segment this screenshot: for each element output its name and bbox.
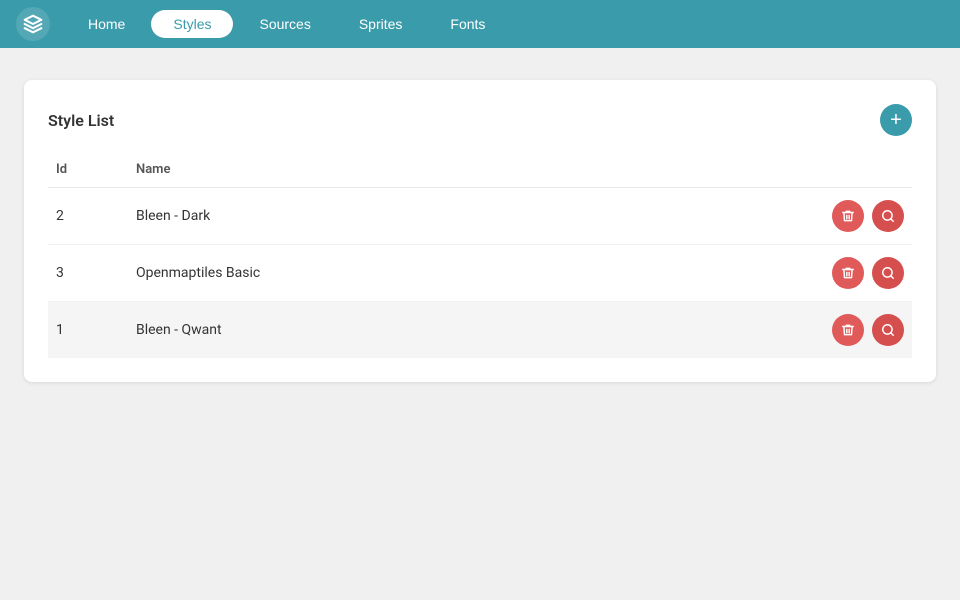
cell-id: 3	[48, 245, 128, 302]
card-title: Style List	[48, 111, 114, 130]
cell-actions	[610, 188, 912, 245]
cell-name: Bleen - Dark	[128, 188, 610, 245]
table-body: 2Bleen - Dark3Openmaptiles Basic1Bleen -…	[48, 188, 912, 359]
col-header-name: Name	[128, 156, 610, 188]
delete-style-button[interactable]	[832, 314, 864, 346]
cell-name: Bleen - Qwant	[128, 302, 610, 359]
view-style-button[interactable]	[872, 200, 904, 232]
cell-name: Openmaptiles Basic	[128, 245, 610, 302]
cell-id: 2	[48, 188, 128, 245]
row-actions	[618, 314, 904, 346]
view-style-button[interactable]	[872, 257, 904, 289]
delete-style-button[interactable]	[832, 257, 864, 289]
table-row: 2Bleen - Dark	[48, 188, 912, 245]
header: Home Styles Sources Sprites Fonts	[0, 0, 960, 48]
style-list-card: Style List + Id Name 2Bleen - Dark3Openm…	[24, 80, 936, 382]
view-style-button[interactable]	[872, 314, 904, 346]
table-row: 1Bleen - Qwant	[48, 302, 912, 359]
tab-fonts[interactable]: Fonts	[428, 10, 507, 38]
cell-actions	[610, 302, 912, 359]
logo-icon	[16, 7, 50, 41]
col-header-actions	[610, 156, 912, 188]
main-content: Style List + Id Name 2Bleen - Dark3Openm…	[0, 48, 960, 414]
cell-actions	[610, 245, 912, 302]
row-actions	[618, 257, 904, 289]
add-style-button[interactable]: +	[880, 104, 912, 136]
tab-sources[interactable]: Sources	[237, 10, 332, 38]
col-header-id: Id	[48, 156, 128, 188]
card-header: Style List +	[48, 104, 912, 136]
tab-sprites[interactable]: Sprites	[337, 10, 425, 38]
nav-tabs: Home Styles Sources Sprites Fonts	[66, 10, 507, 38]
tab-home[interactable]: Home	[66, 10, 147, 38]
tab-styles[interactable]: Styles	[151, 10, 233, 38]
cell-id: 1	[48, 302, 128, 359]
style-table: Id Name 2Bleen - Dark3Openmaptiles Basic…	[48, 156, 912, 358]
table-header: Id Name	[48, 156, 912, 188]
row-actions	[618, 200, 904, 232]
table-row: 3Openmaptiles Basic	[48, 245, 912, 302]
delete-style-button[interactable]	[832, 200, 864, 232]
